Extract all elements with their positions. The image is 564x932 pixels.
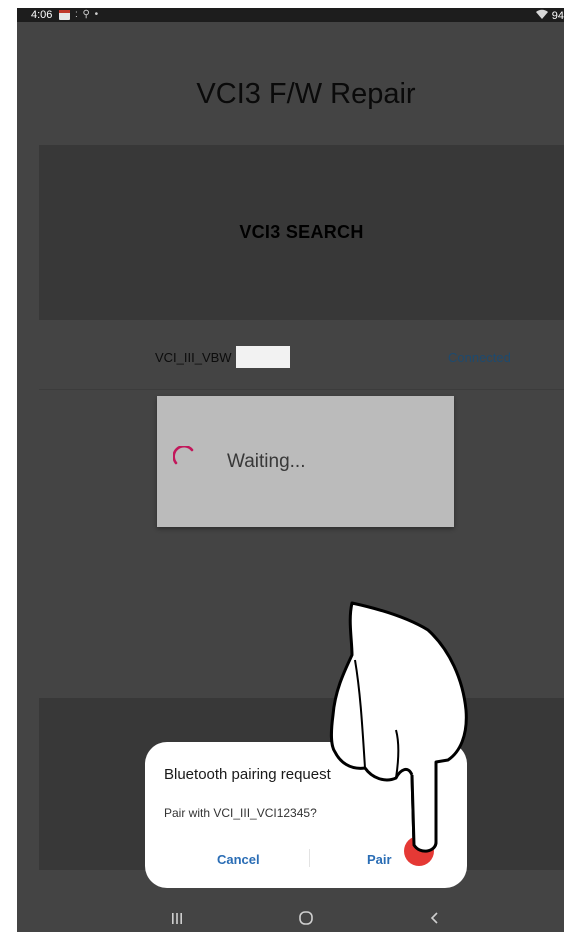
navigation-bar <box>17 904 564 932</box>
pairing-dialog-title: Bluetooth pairing request <box>164 766 331 783</box>
back-icon <box>430 912 438 924</box>
status-time: 4:06 <box>31 9 53 21</box>
redacted-serial <box>236 346 290 368</box>
calendar-icon <box>59 10 70 20</box>
device-connection-status: Connected <box>448 350 511 365</box>
cancel-button[interactable]: Cancel <box>185 847 289 871</box>
tablet-screen: 4:06 : ⚲ • 94 VCI3 F/W Repair VCI3 SEARC… <box>17 8 564 932</box>
bluetooth-pairing-dialog: Bluetooth pairing request Pair with VCI_… <box>145 742 467 888</box>
battery-level: 94 <box>551 10 564 22</box>
notification-icons: : ⚲ • <box>75 9 100 20</box>
wifi-icon <box>535 9 548 19</box>
back-button[interactable] <box>415 906 455 930</box>
status-right: 94 <box>535 8 564 23</box>
vci3-search-button[interactable]: VCI3 SEARCH <box>39 145 564 320</box>
home-button[interactable] <box>286 906 326 930</box>
search-button-label: VCI3 SEARCH <box>239 222 364 242</box>
pairing-dialog-message: Pair with VCI_III_VCI12345? <box>164 806 317 820</box>
device-list-item[interactable]: VCI_III_VBW Connected <box>39 338 564 390</box>
recent-apps-button[interactable] <box>157 906 197 930</box>
device-name: VCI_III_VBW <box>155 350 232 365</box>
home-icon <box>299 911 313 925</box>
button-divider <box>309 849 310 867</box>
recent-apps-icon <box>172 913 182 924</box>
page-title: VCI3 F/W Repair <box>196 78 416 110</box>
loading-spinner-icon <box>173 446 194 465</box>
waiting-dialog: Waiting... <box>157 396 454 527</box>
pair-button[interactable]: Pair <box>345 847 445 871</box>
status-bar: 4:06 : ⚲ • 94 <box>17 8 564 22</box>
waiting-message: Waiting... <box>227 451 306 472</box>
